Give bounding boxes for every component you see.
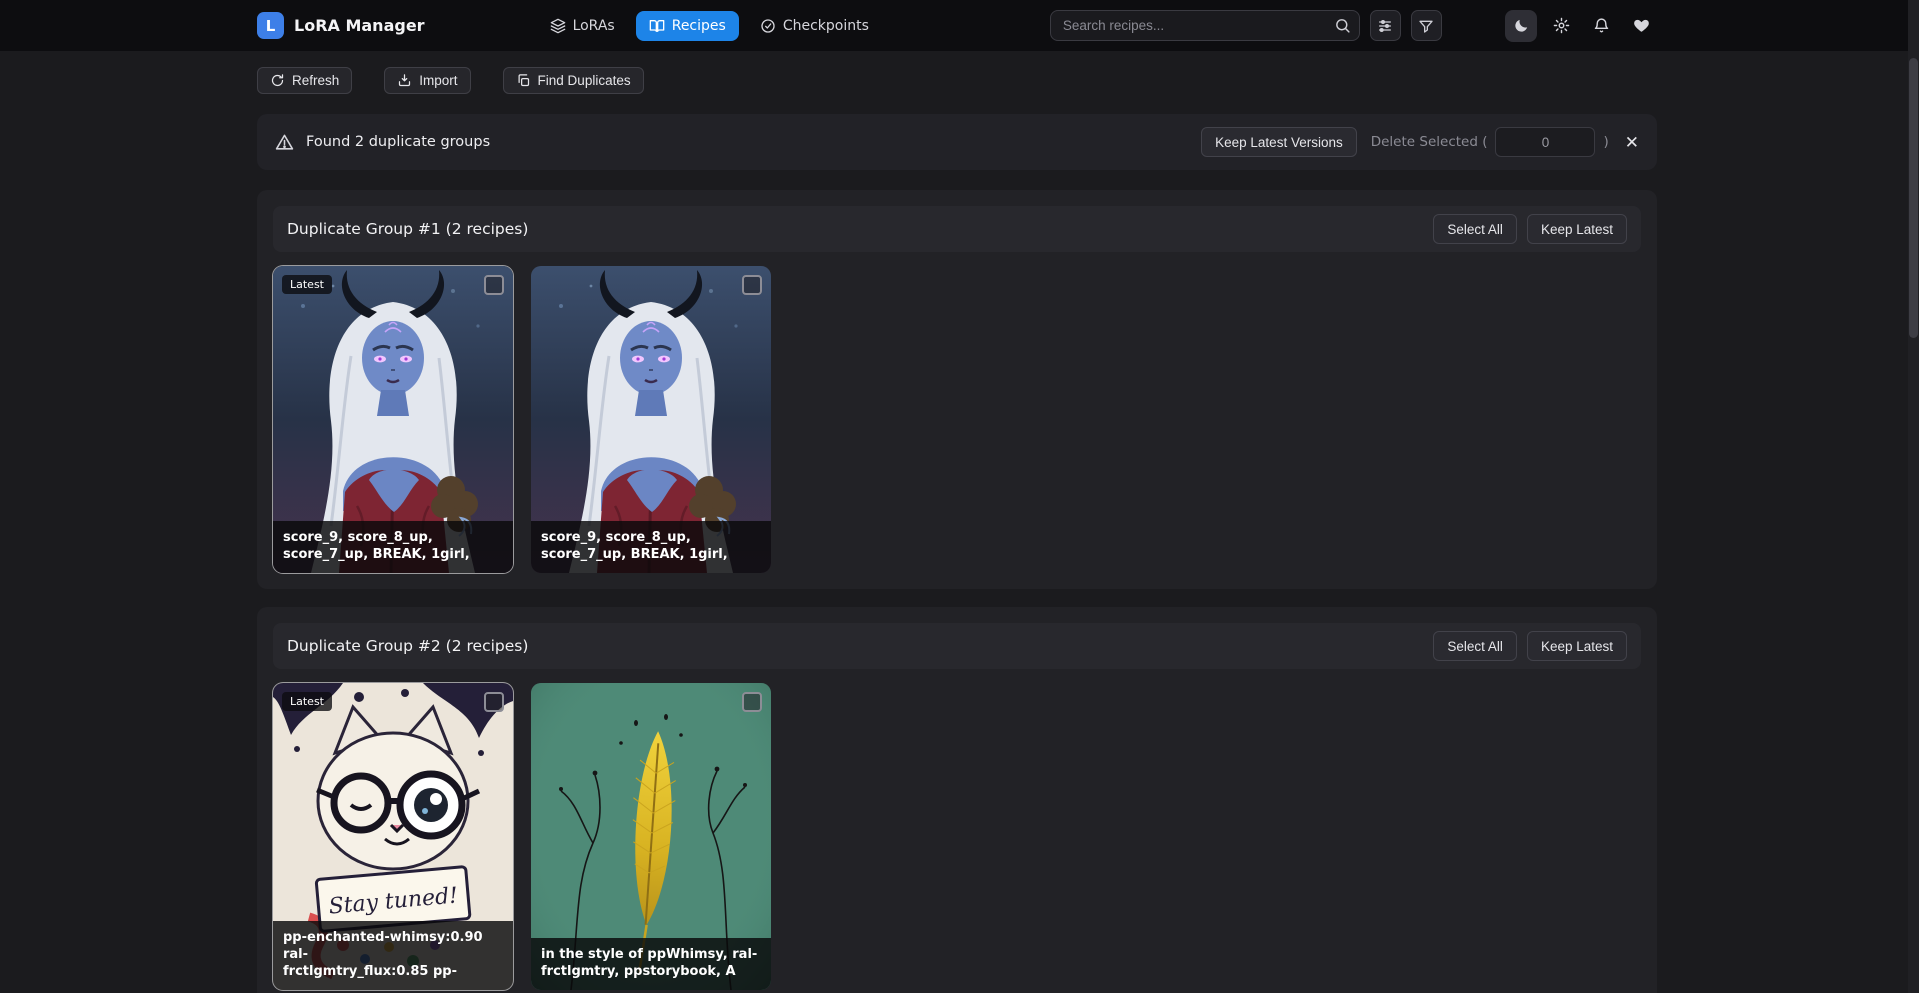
latest-badge: Latest — [282, 692, 332, 711]
card-grid: Stay tuned! Latest pp-enchanted-whimsy:0… — [273, 683, 1641, 990]
select-all-button[interactable]: Select All — [1433, 631, 1517, 661]
warning-icon — [275, 133, 294, 152]
import-icon — [397, 73, 412, 88]
recipe-card[interactable]: in the style of ppWhimsy, ral- frctlgmtr… — [531, 683, 771, 990]
card-checkbox[interactable] — [484, 692, 504, 712]
app-logo-icon: L — [257, 12, 284, 39]
recipe-caption: score_9, score_8_up, score_7_up, BREAK, … — [273, 521, 513, 573]
app-brand: L LoRA Manager — [257, 12, 425, 39]
search-icon[interactable] — [1334, 17, 1351, 34]
theme-toggle-moon-icon[interactable] — [1505, 10, 1537, 42]
recipe-card[interactable]: Latest score_9, score_8_up, score_7_up, … — [273, 266, 513, 573]
caption-line: score_9, score_8_up, — [541, 529, 761, 546]
keep-latest-button[interactable]: Keep Latest — [1527, 631, 1627, 661]
tab-checkpoints[interactable]: Checkpoints — [747, 11, 882, 41]
recipe-card[interactable]: score_9, score_8_up, score_7_up, BREAK, … — [531, 266, 771, 573]
card-checkbox[interactable] — [484, 275, 504, 295]
delete-selected-suffix: ) — [1603, 134, 1608, 150]
delete-selected-label: Delete Selected ( — [1371, 134, 1488, 150]
refresh-label: Refresh — [292, 73, 339, 88]
caption-line: frctlgmtry, ppstorybook, A — [541, 963, 761, 980]
group-title: Duplicate Group #1 (2 recipes) — [287, 220, 528, 238]
recipe-caption: pp-enchanted-whimsy:0.90 ral- frctlgmtry… — [273, 921, 513, 990]
refresh-button[interactable]: Refresh — [257, 67, 352, 94]
delete-selected-control: Delete Selected ( ) — [1371, 127, 1609, 157]
caption-line: score_7_up, BREAK, 1girl, — [541, 546, 761, 563]
recipe-caption: in the style of ppWhimsy, ral- frctlgmtr… — [531, 938, 771, 990]
caption-line: score_9, score_8_up, — [283, 529, 503, 546]
search-input[interactable] — [1050, 10, 1360, 41]
copy-icon — [516, 73, 531, 88]
app-title: LoRA Manager — [294, 16, 425, 35]
caption-line: frctlgmtry_flux:0.85 pp- — [283, 963, 503, 980]
card-grid: Latest score_9, score_8_up, score_7_up, … — [273, 266, 1641, 573]
favorites-heart-icon[interactable] — [1625, 10, 1657, 42]
filter-funnel-icon[interactable] — [1411, 10, 1442, 41]
card-checkbox[interactable] — [742, 275, 762, 295]
find-duplicates-button[interactable]: Find Duplicates — [503, 67, 644, 94]
card-checkbox[interactable] — [742, 692, 762, 712]
check-circle-icon — [760, 18, 776, 34]
select-all-button[interactable]: Select All — [1433, 214, 1517, 244]
find-duplicates-label: Find Duplicates — [538, 73, 631, 88]
book-icon — [649, 18, 665, 34]
caption-line: pp-enchanted-whimsy:0.90 ral- — [283, 929, 503, 963]
main-content: Refresh Import Find Duplicates Found 2 d… — [257, 51, 1657, 993]
import-button[interactable]: Import — [384, 67, 470, 94]
layers-icon — [550, 18, 566, 34]
close-icon[interactable]: ✕ — [1625, 134, 1639, 151]
tab-label: Recipes — [672, 18, 726, 34]
latest-badge: Latest — [282, 275, 332, 294]
notifications-bell-icon[interactable] — [1585, 10, 1617, 42]
scrollbar-thumb[interactable] — [1909, 58, 1918, 338]
keep-latest-button[interactable]: Keep Latest — [1527, 214, 1627, 244]
duplicate-group-2-panel: Duplicate Group #2 (2 recipes) Select Al… — [257, 607, 1657, 993]
main-nav: LoRAs Recipes Checkpoints — [537, 11, 882, 41]
alert-message: Found 2 duplicate groups — [306, 134, 490, 150]
sliders-icon[interactable] — [1370, 10, 1401, 41]
caption-line: score_7_up, BREAK, 1girl, — [283, 546, 503, 563]
recipe-caption: score_9, score_8_up, score_7_up, BREAK, … — [531, 521, 771, 573]
group-header: Duplicate Group #1 (2 recipes) Select Al… — [273, 206, 1641, 252]
tab-loras[interactable]: LoRAs — [537, 11, 628, 41]
duplicate-group-1-panel: Duplicate Group #1 (2 recipes) Select Al… — [257, 190, 1657, 589]
toolbar: Refresh Import Find Duplicates — [257, 67, 1657, 94]
search-box — [1050, 10, 1360, 41]
duplicates-alert-banner: Found 2 duplicate groups Keep Latest Ver… — [257, 114, 1657, 170]
keep-latest-versions-button[interactable]: Keep Latest Versions — [1201, 127, 1357, 157]
caption-line: in the style of ppWhimsy, ral- — [541, 946, 761, 963]
selected-count-input[interactable] — [1495, 127, 1595, 157]
top-navbar: L LoRA Manager LoRAs Recipes Checkpoi — [0, 0, 1919, 51]
import-label: Import — [419, 73, 457, 88]
recipe-card[interactable]: Stay tuned! Latest pp-enchanted-whimsy:0… — [273, 683, 513, 990]
tab-recipes[interactable]: Recipes — [636, 11, 739, 41]
settings-gear-icon[interactable] — [1545, 10, 1577, 42]
group-title: Duplicate Group #2 (2 recipes) — [287, 637, 528, 655]
group-header: Duplicate Group #2 (2 recipes) Select Al… — [273, 623, 1641, 669]
refresh-icon — [270, 73, 285, 88]
page-scrollbar[interactable] — [1908, 0, 1919, 993]
tab-label: LoRAs — [573, 18, 615, 34]
tab-label: Checkpoints — [783, 18, 869, 34]
